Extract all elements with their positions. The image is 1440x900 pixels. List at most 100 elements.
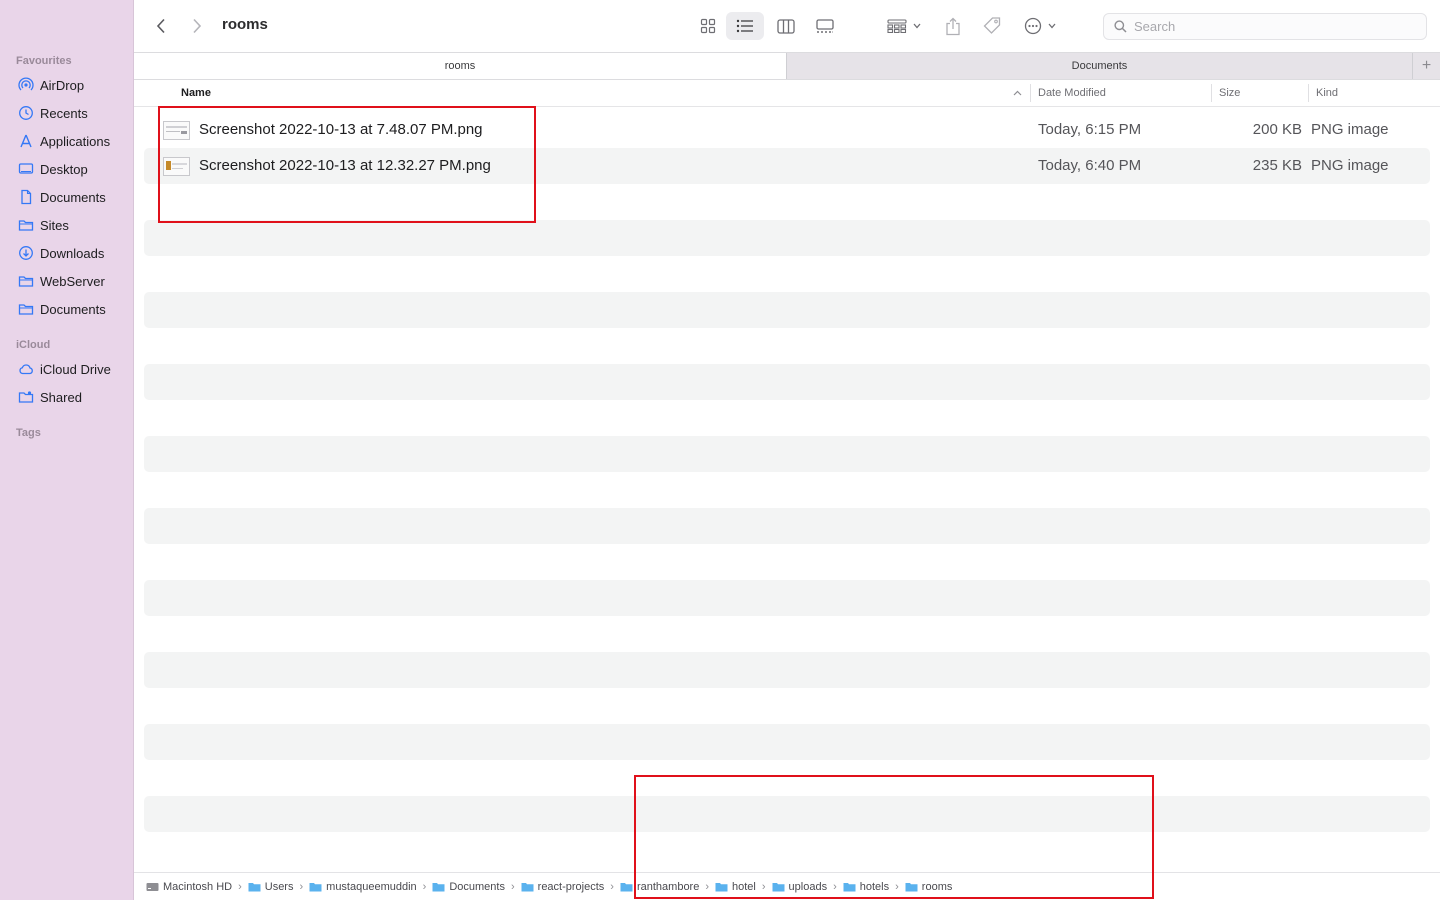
sidebar-heading-favourites: Favourites bbox=[16, 55, 72, 67]
column-header-size[interactable]: Size bbox=[1219, 87, 1240, 99]
path-separator: › bbox=[895, 880, 899, 893]
chevron-right-icon bbox=[193, 18, 202, 34]
sidebar-item-desktop[interactable]: Desktop bbox=[0, 155, 134, 183]
sort-ascending-icon[interactable] bbox=[1013, 90, 1022, 96]
list-view-button[interactable] bbox=[726, 12, 764, 40]
empty-row bbox=[144, 508, 1430, 544]
path-separator: › bbox=[238, 880, 242, 893]
column-header-date-modified[interactable]: Date Modified bbox=[1038, 87, 1106, 99]
share-button[interactable] bbox=[940, 12, 966, 40]
empty-row bbox=[144, 688, 1430, 724]
path-separator: › bbox=[510, 880, 515, 893]
sidebar-item-sites[interactable]: Sites bbox=[0, 211, 134, 239]
path-crumb-documents[interactable]: Documents bbox=[432, 881, 505, 893]
sidebar-item-label: Shared bbox=[40, 389, 82, 405]
empty-row bbox=[144, 220, 1430, 256]
sidebar-item-documents[interactable]: Documents bbox=[0, 183, 134, 211]
empty-row bbox=[144, 472, 1430, 508]
path-separator: › bbox=[299, 880, 304, 893]
search-icon bbox=[1114, 20, 1127, 33]
column-divider[interactable] bbox=[1308, 84, 1309, 102]
path-crumb-user-home[interactable]: mustaqueemuddin bbox=[309, 881, 417, 893]
list-icon bbox=[736, 19, 753, 33]
grid-icon bbox=[700, 18, 716, 34]
empty-row bbox=[144, 256, 1430, 292]
sidebar-item-label: Downloads bbox=[40, 245, 105, 261]
path-separator: › bbox=[422, 880, 427, 893]
sidebar-item-label: Sites bbox=[40, 217, 69, 233]
path-crumb-users[interactable]: Users bbox=[248, 881, 293, 893]
sidebar-item-webserver[interactable]: WebServer bbox=[0, 267, 134, 295]
folder-icon bbox=[772, 882, 785, 891]
search-field[interactable] bbox=[1103, 13, 1427, 40]
chevron-down-icon bbox=[1048, 23, 1056, 29]
file-row[interactable]: Screenshot 2022-10-13 at 7.48.07 PM.png … bbox=[144, 112, 1430, 148]
empty-row bbox=[144, 796, 1430, 832]
sidebar-item-documents-folder[interactable]: Documents bbox=[0, 295, 134, 323]
ellipsis-circle-icon bbox=[1024, 17, 1042, 35]
path-separator: › bbox=[833, 880, 837, 893]
path-crumb-hotel[interactable]: hotel bbox=[715, 881, 756, 893]
group-grid-icon bbox=[887, 19, 907, 33]
file-kind: PNG image bbox=[1311, 121, 1389, 138]
column-header-row: Name Date Modified Size Kind bbox=[134, 80, 1440, 107]
forward-button[interactable] bbox=[184, 12, 210, 40]
path-crumb-react-projects[interactable]: react-projects bbox=[521, 881, 604, 893]
sidebar-item-label: Documents bbox=[40, 301, 106, 317]
sidebar-item-airdrop[interactable]: AirDrop bbox=[0, 71, 134, 99]
sidebar-item-icloud-drive[interactable]: iCloud Drive bbox=[0, 355, 134, 383]
path-crumb-uploads[interactable]: uploads bbox=[772, 881, 827, 893]
window-title: rooms bbox=[222, 16, 268, 33]
more-actions-button[interactable] bbox=[1020, 12, 1060, 40]
path-crumb-ranthambore[interactable]: ranthambore bbox=[620, 881, 699, 893]
sidebar-item-downloads[interactable]: Downloads bbox=[0, 239, 134, 267]
empty-row bbox=[144, 436, 1430, 472]
folder-icon bbox=[905, 882, 918, 891]
chevron-left-icon bbox=[156, 18, 165, 34]
sidebar-item-label: Desktop bbox=[40, 161, 88, 177]
sidebar-heading-icloud: iCloud bbox=[16, 339, 51, 351]
empty-row bbox=[144, 364, 1430, 400]
gallery-view-button[interactable] bbox=[810, 12, 840, 40]
share-icon bbox=[946, 17, 960, 35]
icloud-list: iCloud Drive Shared bbox=[0, 355, 134, 411]
file-date: Today, 6:40 PM bbox=[1038, 157, 1142, 174]
tag-button[interactable] bbox=[978, 12, 1006, 40]
back-button[interactable] bbox=[148, 12, 174, 40]
toolbar: rooms bbox=[134, 0, 1440, 52]
sidebar-heading-tags: Tags bbox=[16, 427, 41, 439]
image-thumbnail bbox=[163, 157, 190, 176]
sidebar-item-label: iCloud Drive bbox=[40, 361, 111, 377]
path-crumb-rooms[interactable]: rooms bbox=[905, 881, 952, 893]
empty-row bbox=[144, 724, 1430, 760]
empty-row bbox=[144, 328, 1430, 364]
empty-row bbox=[144, 400, 1430, 436]
file-row[interactable]: Screenshot 2022-10-13 at 12.32.27 PM.png… bbox=[144, 148, 1430, 184]
download-icon bbox=[18, 245, 34, 261]
sidebar-item-shared[interactable]: Shared bbox=[0, 383, 134, 411]
column-header-name[interactable]: Name bbox=[181, 87, 211, 99]
chevron-down-icon bbox=[913, 23, 921, 29]
path-crumb-macintosh-hd[interactable]: Macintosh HD bbox=[146, 881, 232, 893]
folder-icon bbox=[620, 882, 633, 891]
file-size: 200 KB bbox=[1252, 121, 1302, 138]
group-by-button[interactable] bbox=[882, 12, 926, 40]
sidebar-item-label: AirDrop bbox=[40, 77, 85, 93]
tag-icon bbox=[983, 17, 1001, 34]
file-name: Screenshot 2022-10-13 at 12.32.27 PM.png bbox=[199, 157, 491, 174]
empty-row bbox=[144, 184, 1430, 220]
image-thumbnail bbox=[163, 121, 190, 140]
path-crumb-hotels[interactable]: hotels bbox=[843, 881, 889, 893]
column-header-kind[interactable]: Kind bbox=[1316, 87, 1338, 99]
column-view-button[interactable] bbox=[772, 12, 800, 40]
icon-view-button[interactable] bbox=[694, 12, 722, 40]
sidebar-item-recents[interactable]: Recents bbox=[0, 99, 134, 127]
tab-documents[interactable]: Documents bbox=[786, 53, 1412, 79]
new-tab-button[interactable]: + bbox=[1412, 53, 1440, 79]
column-divider[interactable] bbox=[1211, 84, 1212, 102]
search-input[interactable] bbox=[1134, 19, 1404, 34]
sidebar-item-applications[interactable]: Applications bbox=[0, 127, 134, 155]
tab-rooms[interactable]: rooms bbox=[134, 53, 786, 79]
folder-icon bbox=[432, 882, 445, 891]
column-divider[interactable] bbox=[1030, 84, 1031, 102]
